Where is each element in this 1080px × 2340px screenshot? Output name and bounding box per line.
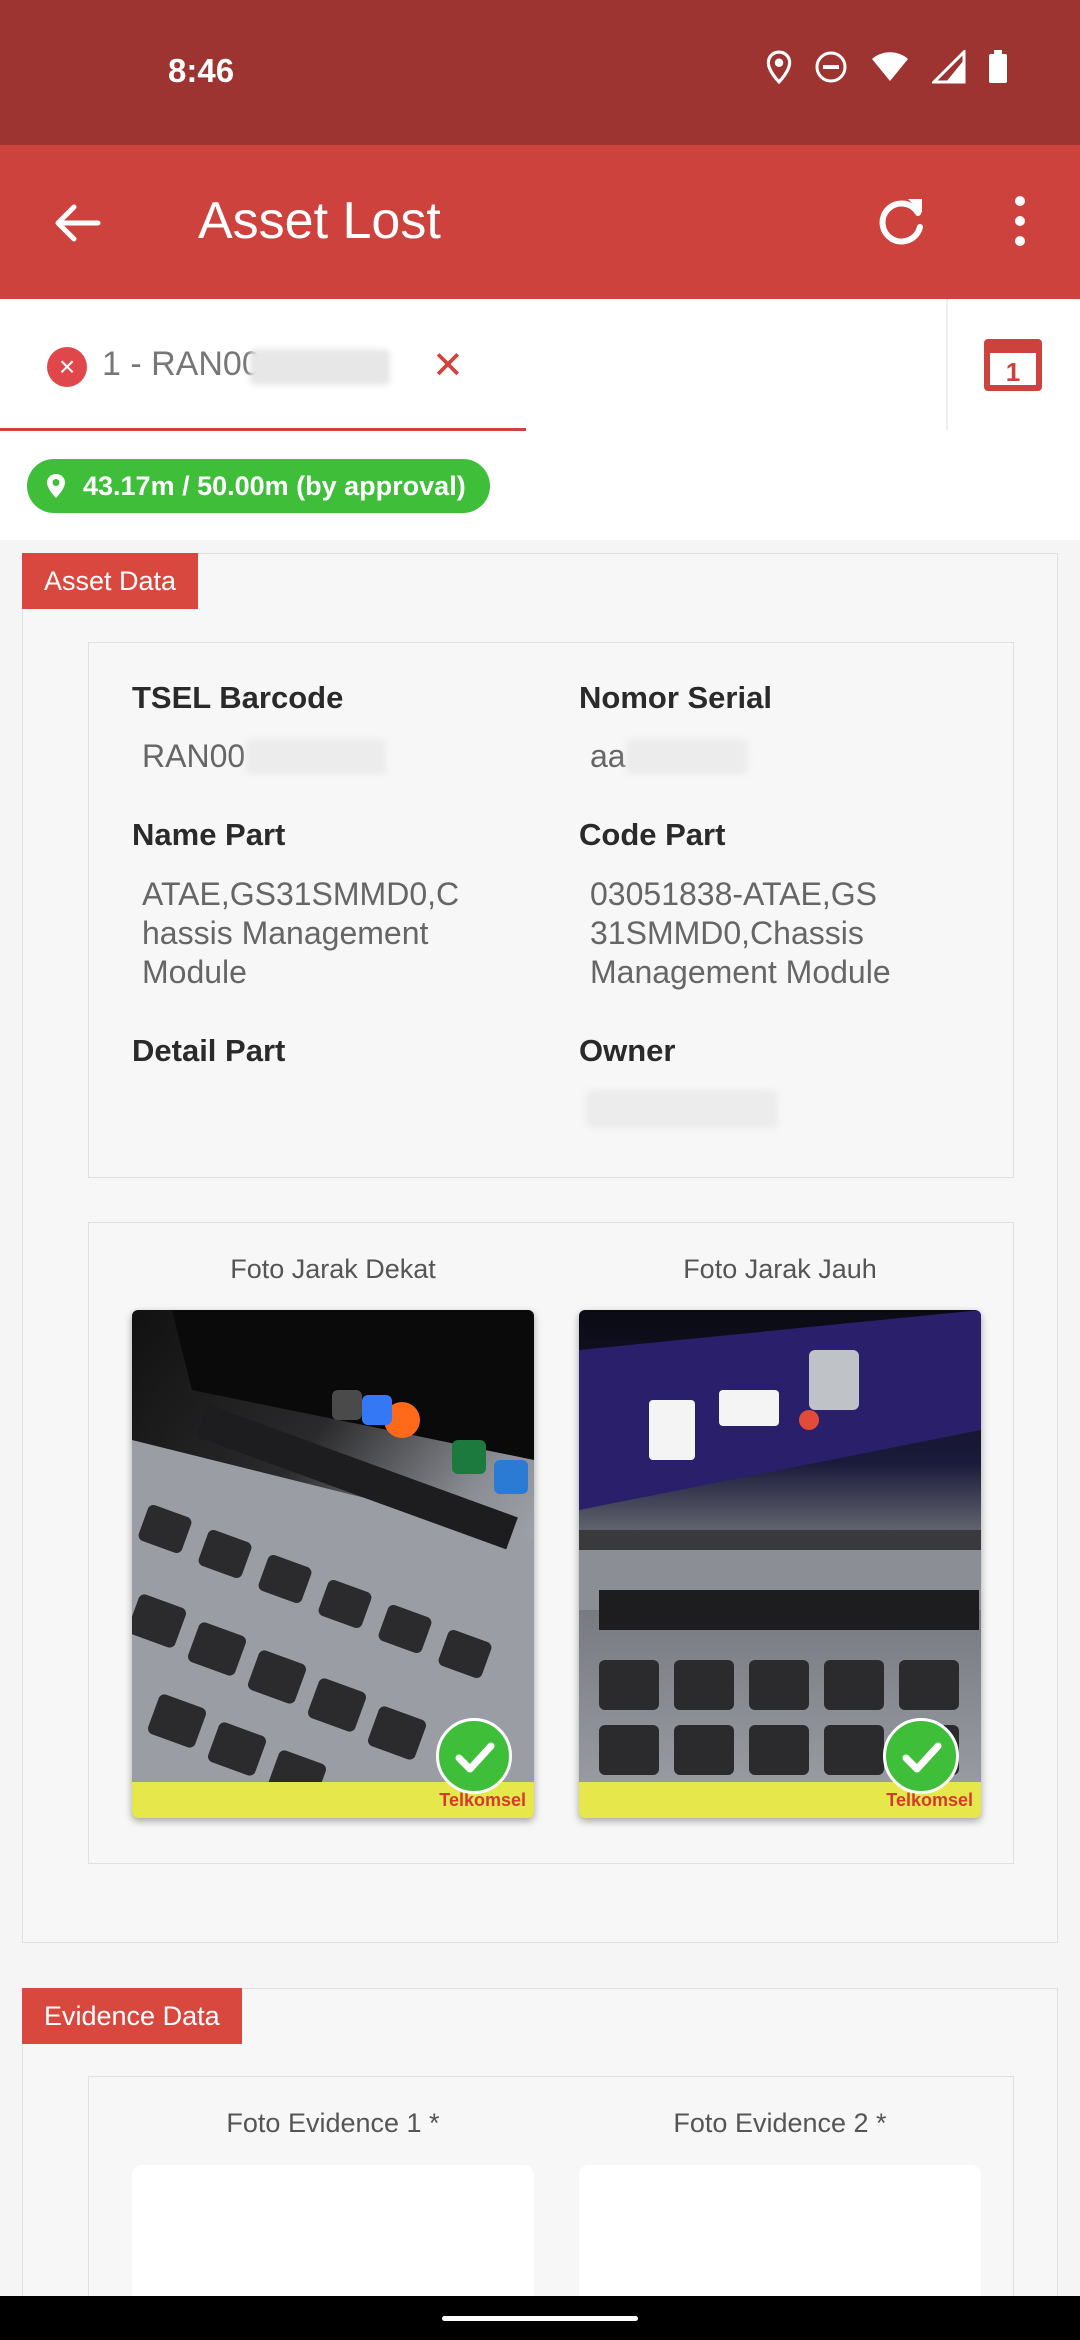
close-icon[interactable]: ✕ [432,343,464,388]
nomor-serial-value: aa [590,738,626,774]
asset-tabs: × 1 - RAN00 ✕ 1 [0,299,1080,431]
location-icon [766,50,792,84]
distance-badge: 43.17m / 50.00m (by approval) [27,459,490,513]
more-vert-icon[interactable] [1000,191,1040,251]
home-gesture-handle[interactable] [442,2316,638,2321]
code-part-label: Code Part [579,817,726,852]
photo-near-caption: Foto Jarak Dekat [230,1254,436,1284]
wifi-icon [872,52,908,81]
system-nav-bar [0,2296,1080,2340]
app-bar: Asset Lost [0,145,1080,299]
location-icon [47,474,65,498]
name-part-value: ATAE,GS31SMMD0,C hassis Management Modul… [142,876,460,990]
status-icons [766,50,1008,84]
evidence-data-label: Evidence Data [22,1988,242,2044]
evidence-1-caption: Foto Evidence 1 * [226,2108,440,2138]
tsel-barcode-label: TSEL Barcode [132,680,344,715]
page-title: Asset Lost [198,192,441,250]
status-bar: 8:46 [0,0,1080,145]
owner-label: Owner [579,1033,676,1068]
tsel-barcode-value: RAN00 [142,738,246,774]
photo-far-caption: Foto Jarak Jauh [683,1254,877,1284]
back-arrow-icon[interactable] [48,195,104,251]
redacted-text [586,1090,778,1128]
code-part-value: 03051838-ATAE,GS 31SMMD0,Chassis Managem… [590,876,891,990]
tab-label: 1 - RAN00 [102,345,261,383]
battery-icon [989,50,1007,83]
check-icon [883,1718,959,1794]
detail-part-label: Detail Part [132,1033,286,1068]
signal-icon [932,50,966,84]
refresh-icon[interactable] [872,191,932,251]
dnd-icon [815,51,847,83]
nomor-serial-label: Nomor Serial [579,680,772,715]
redacted-text [626,739,748,775]
redacted-text [250,349,390,385]
calendar-icon[interactable]: 1 [982,337,1044,393]
evidence-2-caption: Foto Evidence 2 * [673,2108,887,2138]
remove-circle-icon[interactable]: × [47,347,87,387]
divider [946,299,948,431]
asset-data-label: Asset Data [22,553,199,609]
photo-near[interactable]: Telkomsel [132,1310,534,1818]
check-icon [436,1718,512,1794]
photo-far[interactable]: Telkomsel [579,1310,981,1818]
status-time: 8:46 [168,52,235,89]
tab-asset-1[interactable]: × 1 - RAN00 ✕ [0,299,526,431]
calendar-number: 1 [1006,357,1020,387]
distance-text: 43.17m / 50.00m (by approval) [83,471,466,501]
redacted-text [246,739,386,775]
name-part-label: Name Part [132,817,286,852]
